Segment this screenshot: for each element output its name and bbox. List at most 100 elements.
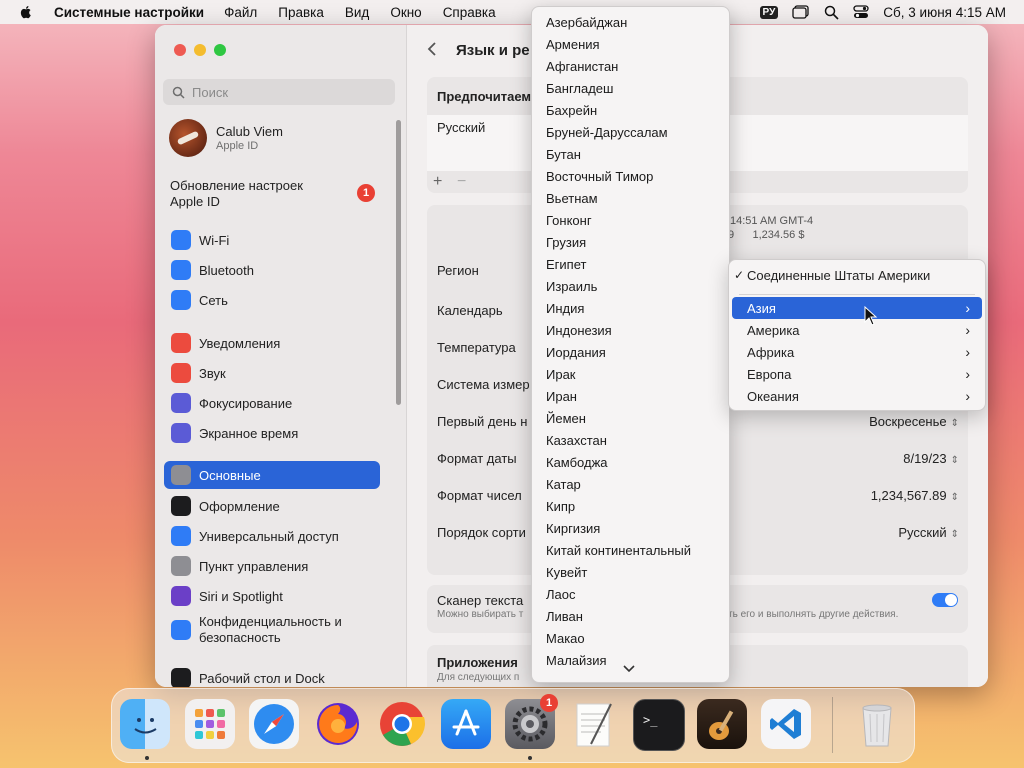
search-input[interactable]: Поиск bbox=[163, 79, 395, 105]
scanner-toggle[interactable] bbox=[932, 593, 958, 607]
country-menu-item[interactable]: Бангладеш bbox=[546, 81, 613, 96]
update-label: Обновление настроек Apple ID bbox=[170, 178, 303, 209]
dock-safari-icon[interactable] bbox=[249, 699, 299, 749]
dock-terminal-icon[interactable]: >_ bbox=[633, 699, 685, 751]
country-menu-item[interactable]: Китай континентальный bbox=[546, 543, 691, 558]
country-menu-item[interactable]: Лаос bbox=[546, 587, 576, 602]
add-language-button[interactable]: + bbox=[433, 173, 442, 191]
country-menu-item[interactable]: Иран bbox=[546, 389, 577, 404]
menu-file[interactable]: Файл bbox=[224, 5, 257, 20]
zoom-button[interactable] bbox=[214, 44, 226, 56]
setting-popup-button[interactable]: Русский ⇕ bbox=[898, 525, 959, 540]
sidebar-item[interactable]: Фокусирование bbox=[164, 389, 380, 417]
country-menu-item[interactable]: Израиль bbox=[546, 279, 597, 294]
country-menu-item[interactable]: Азербайджан bbox=[546, 15, 627, 30]
close-button[interactable] bbox=[174, 44, 186, 56]
input-source-indicator[interactable]: РУ bbox=[759, 5, 779, 19]
sidebar-item[interactable]: Звук bbox=[164, 359, 380, 387]
minimize-button[interactable] bbox=[194, 44, 206, 56]
menu-edit[interactable]: Правка bbox=[278, 5, 324, 20]
country-menu-item[interactable]: Камбоджа bbox=[546, 455, 608, 470]
region-menu-item[interactable]: Европа › bbox=[732, 363, 982, 385]
preferred-language-item[interactable]: Русский bbox=[437, 120, 485, 135]
region-menu-item[interactable]: Азия › bbox=[732, 297, 982, 319]
menu-window[interactable]: Окно bbox=[390, 5, 421, 20]
country-menu-item[interactable]: Афганистан bbox=[546, 59, 618, 74]
sidebar-item[interactable]: Wi-Fi bbox=[164, 226, 380, 254]
setting-popup-button[interactable]: 1,234,567.89 ⇕ bbox=[871, 488, 959, 503]
setting-popup-button[interactable]: Воскресенье ⇕ bbox=[869, 414, 959, 429]
country-menu-item[interactable]: Вьетнам bbox=[546, 191, 598, 206]
sidebar-scrollbar[interactable] bbox=[396, 120, 401, 405]
country-menu-item[interactable]: Египет bbox=[546, 257, 586, 272]
control-center-icon[interactable] bbox=[853, 5, 869, 19]
country-menu-item[interactable]: Кипр bbox=[546, 499, 575, 514]
appearance-icon bbox=[171, 496, 191, 516]
region-current-label: Соединенные Штаты Америки bbox=[747, 267, 931, 283]
dock-garageband-icon[interactable] bbox=[697, 699, 747, 749]
stage-manager-icon[interactable] bbox=[792, 5, 810, 19]
search-icon bbox=[172, 86, 185, 99]
country-menu-item[interactable]: Малайзия bbox=[546, 653, 607, 668]
back-button[interactable] bbox=[427, 41, 437, 62]
app-menu[interactable]: Системные настройки bbox=[54, 5, 204, 20]
dock-firefox-icon[interactable] bbox=[313, 699, 363, 749]
scroll-down-chevron-icon[interactable] bbox=[623, 665, 635, 673]
sidebar-item[interactable]: Оформление bbox=[164, 492, 380, 520]
dock-app-store-icon[interactable] bbox=[441, 699, 491, 749]
sidebar-item[interactable]: Siri и Spotlight bbox=[164, 582, 380, 610]
country-menu-item[interactable]: Бутан bbox=[546, 147, 581, 162]
country-menu-item[interactable]: Индия bbox=[546, 301, 584, 316]
sidebar-item[interactable]: Пункт управления bbox=[164, 552, 380, 580]
dock-vscode-icon[interactable] bbox=[761, 699, 811, 749]
country-menu-item[interactable]: Казахстан bbox=[546, 433, 607, 448]
sidebar-item[interactable]: Уведомления bbox=[164, 329, 380, 357]
avatar bbox=[169, 119, 207, 157]
country-menu-item[interactable]: Макао bbox=[546, 631, 585, 646]
sidebar-item[interactable]: Bluetooth bbox=[164, 256, 380, 284]
siri-icon bbox=[171, 586, 191, 606]
country-menu-item[interactable]: Грузия bbox=[546, 235, 586, 250]
region-menu-item[interactable]: Океания › bbox=[732, 385, 982, 407]
sidebar-item[interactable]: Сеть bbox=[164, 286, 380, 314]
country-menu-item[interactable]: Индонезия bbox=[546, 323, 612, 338]
sidebar-item[interactable]: Экранное время bbox=[164, 419, 380, 447]
dock-textedit-icon[interactable] bbox=[569, 699, 619, 749]
menu-help[interactable]: Справка bbox=[443, 5, 496, 20]
sidebar-item[interactable]: Основные bbox=[164, 461, 380, 489]
spotlight-search-icon[interactable] bbox=[824, 5, 839, 20]
country-menu-item[interactable]: Ирак bbox=[546, 367, 576, 382]
apple-id-row[interactable]: Calub Viem Apple ID bbox=[169, 119, 394, 159]
sidebar-item-label: Универсальный доступ bbox=[199, 528, 339, 544]
region-menu-item[interactable]: Африка › bbox=[732, 341, 982, 363]
dock-chrome-icon[interactable] bbox=[377, 699, 427, 749]
dock-finder-icon[interactable] bbox=[120, 699, 170, 749]
region-menu-item-label: Европа bbox=[747, 366, 792, 382]
country-menu-item[interactable]: Бахрейн bbox=[546, 103, 597, 118]
sidebar-item-label: Wi-Fi bbox=[199, 232, 230, 248]
dock-trash-icon[interactable] bbox=[852, 699, 902, 749]
sidebar-item[interactable]: Универсальный доступ bbox=[164, 522, 380, 550]
menu-view[interactable]: Вид bbox=[345, 5, 369, 20]
apple-id-update-item[interactable]: Обновление настроек Apple ID 1 bbox=[170, 178, 395, 214]
region-current-item[interactable]: ✓ Соединенные Штаты Америки bbox=[732, 264, 982, 286]
country-menu-item[interactable]: Катар bbox=[546, 477, 581, 492]
sidebar-item[interactable]: Конфиденциальность и безопасность bbox=[164, 610, 380, 650]
sidebar-item[interactable]: Рабочий стол и Dock bbox=[164, 664, 380, 687]
country-menu-item[interactable]: Ливан bbox=[546, 609, 583, 624]
country-menu-item[interactable]: Киргизия bbox=[546, 521, 600, 536]
country-menu-item[interactable]: Восточный Тимор bbox=[546, 169, 653, 184]
dock-launchpad-icon[interactable] bbox=[185, 699, 235, 749]
country-menu-item[interactable]: Бруней-Даруссалам bbox=[546, 125, 668, 140]
region-menu-item[interactable]: Америка › bbox=[732, 319, 982, 341]
setting-row-label: Формат чисел bbox=[437, 488, 522, 503]
country-menu-item[interactable]: Армения bbox=[546, 37, 600, 52]
apple-icon[interactable] bbox=[18, 4, 34, 20]
country-menu-item[interactable]: Гонконг bbox=[546, 213, 592, 228]
remove-language-button[interactable]: − bbox=[457, 173, 466, 191]
country-menu-item[interactable]: Иордания bbox=[546, 345, 606, 360]
menubar-clock[interactable]: Сб, 3 июня 4:15 AM bbox=[883, 5, 1006, 20]
country-menu-item[interactable]: Йемен bbox=[546, 411, 586, 426]
country-menu-item[interactable]: Кувейт bbox=[546, 565, 587, 580]
setting-popup-button[interactable]: 8/19/23 ⇕ bbox=[903, 451, 959, 466]
